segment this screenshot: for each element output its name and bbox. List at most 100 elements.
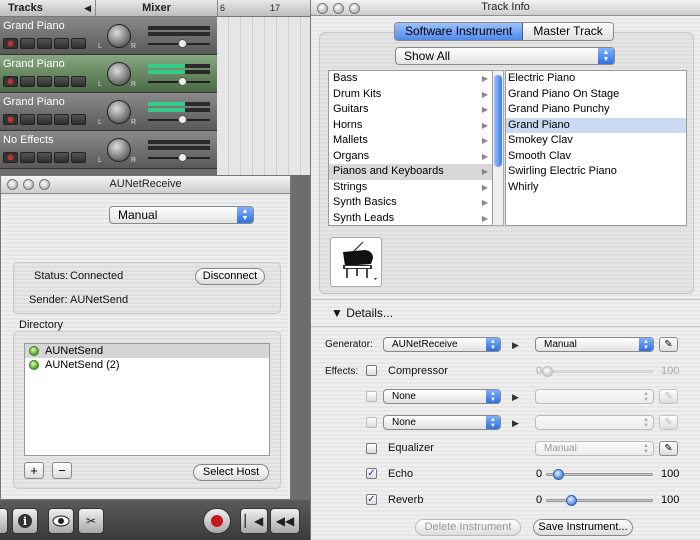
generator-preset-popup[interactable]: Manual ▲ ▼ xyxy=(535,337,654,352)
pan-knob[interactable] xyxy=(107,138,131,162)
mode-popup[interactable]: Manual ▲ ▼ xyxy=(109,206,254,224)
category-item[interactable]: Pianos and Keyboards ▶ xyxy=(329,164,492,180)
record-icon[interactable] xyxy=(203,508,231,534)
remove-host-button[interactable]: − xyxy=(52,462,72,479)
track-row[interactable]: Grand Piano L R xyxy=(0,17,217,55)
lock-icon[interactable] xyxy=(54,76,69,87)
generator-popup[interactable]: AUNetReceive ▲ ▼ xyxy=(383,337,501,352)
instrument-list[interactable]: Electric Piano Grand Piano On Stage Grand … xyxy=(505,70,687,226)
category-item[interactable]: Organs ▶ xyxy=(329,149,492,165)
category-item[interactable]: Guitars ▶ xyxy=(329,102,492,118)
directory-item[interactable]: AUNetSend xyxy=(25,344,269,358)
mute-icon[interactable] xyxy=(20,152,35,163)
pan-knob[interactable] xyxy=(107,100,131,124)
effect-slot-3-checkbox[interactable] xyxy=(366,417,377,428)
details-disclosure[interactable]: ▼ Details... xyxy=(331,306,393,320)
scissors-icon[interactable]: ✂ xyxy=(78,508,104,534)
disconnect-button[interactable]: Disconnect xyxy=(195,268,265,285)
track-info-titlebar[interactable]: Track Info xyxy=(311,0,700,16)
instrument-item[interactable]: Grand Piano On Stage xyxy=(506,87,686,103)
category-item[interactable]: Strings ▶ xyxy=(329,180,492,196)
echo-slider[interactable] xyxy=(546,469,653,480)
close-button[interactable] xyxy=(7,179,18,190)
lock-icon[interactable] xyxy=(54,114,69,125)
directory-list[interactable]: AUNetSend AUNetSend (2) xyxy=(24,343,270,456)
minimize-button[interactable] xyxy=(23,179,34,190)
automation-icon[interactable] xyxy=(71,76,86,87)
info-icon[interactable]: i xyxy=(12,508,38,534)
add-host-button[interactable]: + xyxy=(24,462,44,479)
volume-thumb[interactable] xyxy=(178,115,187,124)
category-item[interactable]: Bass ▶ xyxy=(329,71,492,87)
slider-thumb[interactable] xyxy=(553,469,564,480)
edit-equalizer-button[interactable]: ✎ xyxy=(659,441,678,456)
select-host-button[interactable]: Select Host xyxy=(193,464,269,481)
track-row[interactable]: Grand Piano L R xyxy=(0,93,217,131)
slider-thumb[interactable] xyxy=(566,495,577,506)
mute-icon[interactable] xyxy=(20,76,35,87)
delete-instrument-button[interactable]: Delete Instrument xyxy=(415,519,521,536)
automation-icon[interactable] xyxy=(71,38,86,49)
directory-item[interactable]: AUNetSend (2) xyxy=(25,358,269,372)
automation-icon[interactable] xyxy=(71,152,86,163)
category-list[interactable]: Bass ▶ Drum Kits ▶ Guitars ▶ Horns ▶ Mallets ▶ Org… xyxy=(328,70,493,226)
record-enable-icon[interactable] xyxy=(3,76,18,87)
category-item[interactable]: Synth Leads ▶ xyxy=(329,211,492,226)
equalizer-preset-popup[interactable]: Manual ▲ ▼ xyxy=(535,441,654,456)
pan-knob[interactable] xyxy=(107,62,131,86)
equalizer-checkbox[interactable] xyxy=(366,443,377,454)
show-filter-popup[interactable]: Show All ▲ ▼ xyxy=(395,47,615,65)
volume-slider[interactable] xyxy=(148,39,210,48)
track-row[interactable]: No Effects L R xyxy=(0,131,217,169)
aunetreceive-titlebar[interactable]: AUNetReceive xyxy=(1,176,290,194)
effect-slot-2-checkbox[interactable] xyxy=(366,391,377,402)
solo-icon[interactable] xyxy=(37,152,52,163)
category-item[interactable]: Drum Kits ▶ xyxy=(329,87,492,103)
solo-icon[interactable] xyxy=(37,114,52,125)
scroll-thumb[interactable] xyxy=(494,75,502,167)
instrument-item[interactable]: Grand Piano Punchy xyxy=(506,102,686,118)
add-track-icon[interactable] xyxy=(0,508,8,534)
collapse-triangle-icon[interactable]: ◀ xyxy=(84,0,91,17)
reverb-checkbox[interactable]: ✓ xyxy=(366,494,377,505)
zoom-button[interactable] xyxy=(349,3,360,14)
mute-icon[interactable] xyxy=(20,38,35,49)
record-enable-icon[interactable] xyxy=(3,38,18,49)
close-button[interactable] xyxy=(317,3,328,14)
rewind-to-start-icon[interactable]: ▏◀ xyxy=(240,508,268,534)
effect-slot-3-popup[interactable]: None ▲ ▼ xyxy=(383,415,501,430)
instrument-item[interactable]: Smooth Clav xyxy=(506,149,686,165)
record-enable-icon[interactable] xyxy=(3,114,18,125)
eye-icon[interactable] xyxy=(48,508,74,534)
lock-icon[interactable] xyxy=(54,38,69,49)
instrument-item[interactable]: Smokey Clav xyxy=(506,133,686,149)
lock-icon[interactable] xyxy=(54,152,69,163)
pan-knob[interactable] xyxy=(107,24,131,48)
minimize-button[interactable] xyxy=(333,3,344,14)
instrument-item[interactable]: Electric Piano xyxy=(506,71,686,87)
category-item[interactable]: Horns ▶ xyxy=(329,118,492,134)
edit-effect-slot-2-button[interactable]: ✎ xyxy=(659,389,678,404)
slider-thumb[interactable] xyxy=(542,366,553,377)
rewind-icon[interactable]: ◀◀ xyxy=(270,508,300,534)
volume-thumb[interactable] xyxy=(178,153,187,162)
timeline-area[interactable] xyxy=(217,17,312,175)
instrument-item[interactable]: Swirling Electric Piano xyxy=(506,164,686,180)
category-item[interactable]: Mallets ▶ xyxy=(329,133,492,149)
zoom-button[interactable] xyxy=(39,179,50,190)
volume-thumb[interactable] xyxy=(178,77,187,86)
solo-icon[interactable] xyxy=(37,76,52,87)
instrument-item[interactable]: Grand Piano xyxy=(506,117,686,133)
instrument-item[interactable]: Whirly xyxy=(506,180,686,196)
solo-icon[interactable] xyxy=(37,38,52,49)
automation-icon[interactable] xyxy=(71,114,86,125)
compressor-slider[interactable] xyxy=(542,366,653,377)
mute-icon[interactable] xyxy=(20,114,35,125)
tab-software-instrument[interactable]: Software Instrument xyxy=(395,23,524,40)
echo-checkbox[interactable]: ✓ xyxy=(366,468,377,479)
effect-slot-2-popup[interactable]: None ▲ ▼ xyxy=(383,389,501,404)
timeline-ruler[interactable]: 6 17 xyxy=(217,0,312,17)
volume-thumb[interactable] xyxy=(178,39,187,48)
record-enable-icon[interactable] xyxy=(3,152,18,163)
effect-slot-2-preset-popup[interactable]: ▲ ▼ xyxy=(535,389,654,404)
